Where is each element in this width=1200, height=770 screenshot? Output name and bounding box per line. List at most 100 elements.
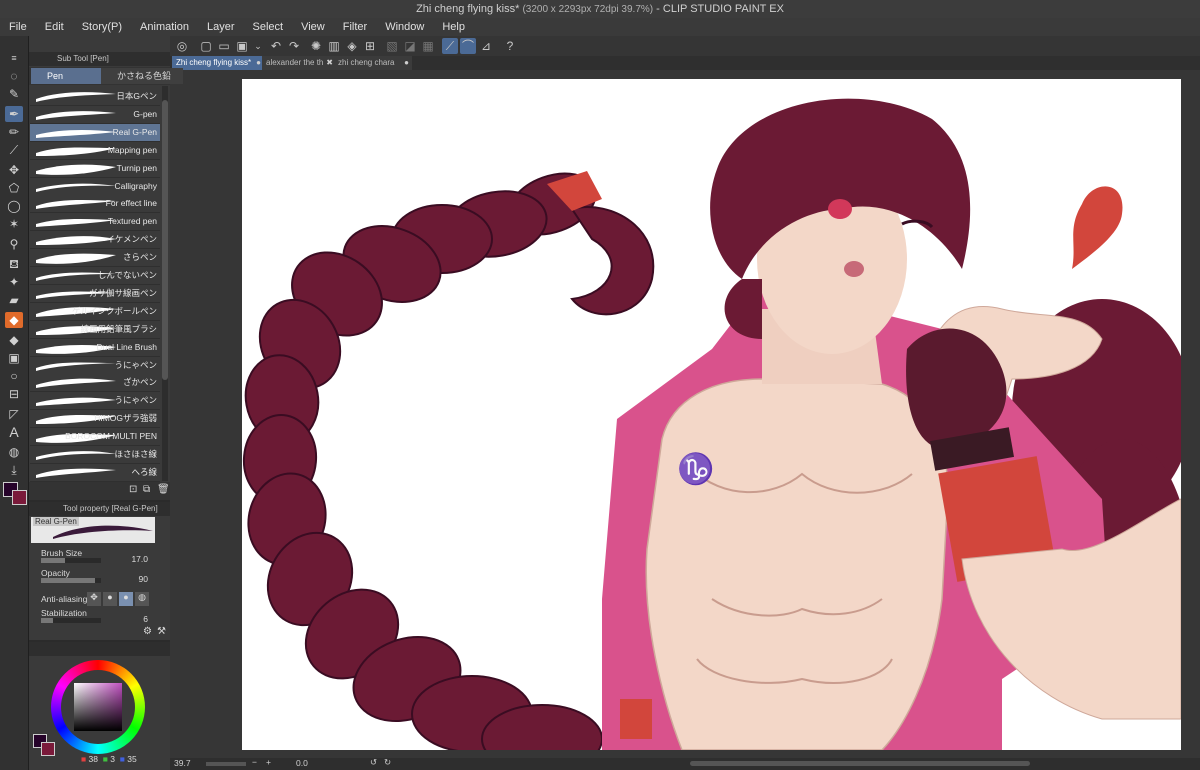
stabilization-slider[interactable]: [41, 618, 101, 623]
brush-item[interactable]: BOROCOM MULTI PEN: [30, 428, 160, 447]
brush-item[interactable]: ほさほさ線: [30, 446, 160, 464]
save-icon[interactable]: ▣: [234, 38, 250, 54]
brush-item[interactable]: うにゃペン: [30, 392, 160, 411]
clip-studio-icon[interactable]: ◎: [174, 38, 190, 54]
anti-aliasing-row[interactable]: Anti-aliasing ✥ ● ● ◍: [29, 590, 170, 610]
deselect-icon[interactable]: ▧: [384, 38, 400, 54]
fill-icon[interactable]: ◈: [344, 38, 360, 54]
menu-story[interactable]: Story(P): [73, 18, 131, 36]
undo-icon[interactable]: ↶: [268, 38, 284, 54]
zoom-slider[interactable]: [206, 762, 246, 766]
zoom-in-icon[interactable]: +: [266, 757, 271, 767]
menu-window[interactable]: Window: [376, 18, 433, 36]
new-file-icon[interactable]: ▢: [198, 38, 214, 54]
brush-item[interactable]: ガサ伽サ線画ペン: [30, 284, 160, 303]
ruler-tool-icon[interactable]: ◸: [5, 406, 23, 422]
menu-view[interactable]: View: [292, 18, 334, 36]
magic-wand-icon[interactable]: ✶: [5, 216, 23, 232]
brush-item[interactable]: HIMOGザラ強弱: [30, 410, 160, 429]
brush-size-value[interactable]: 17.0: [131, 554, 148, 564]
pen-tool-icon[interactable]: ✒: [5, 106, 23, 122]
move-tool-icon[interactable]: ✥: [5, 162, 23, 178]
tab-zhi-cheng-chara[interactable]: zhi cheng chara ●: [334, 56, 412, 70]
frame-tool-icon[interactable]: ⊟: [5, 386, 23, 402]
aa-none-icon[interactable]: ✥: [87, 592, 101, 606]
brush-item[interactable]: For effect line: [30, 195, 160, 214]
fill-tool-icon[interactable]: ◆: [5, 332, 23, 348]
brush-item[interactable]: 線画用鉛筆風ブラシ: [30, 320, 160, 339]
rotation-value[interactable]: 0.0: [296, 758, 308, 768]
menu-filter[interactable]: Filter: [334, 18, 376, 36]
menu-dots-icon[interactable]: ≡: [5, 50, 23, 66]
group-kasaneru[interactable]: かさねる色鉛: [101, 68, 183, 84]
settings-icon[interactable]: ⊡: [129, 484, 137, 495]
artboard[interactable]: ♑: [242, 79, 1181, 750]
brush-item[interactable]: Textured pen: [30, 213, 160, 232]
aa-strong-icon[interactable]: ◍: [135, 592, 149, 606]
rotate-left-icon[interactable]: ↺: [370, 757, 377, 768]
sub-color-swatch[interactable]: [12, 490, 27, 505]
brush-size-slider[interactable]: [41, 558, 101, 563]
brush-item[interactable]: Real G-Pen: [30, 123, 160, 142]
brush-item[interactable]: 日本Gペン: [30, 88, 160, 106]
stabilization-value[interactable]: 6: [143, 614, 148, 624]
hue-ring[interactable]: [51, 660, 145, 754]
redo-icon[interactable]: ↷: [286, 38, 302, 54]
brush-size-row[interactable]: Brush Size 17.0: [29, 548, 170, 568]
invert-icon[interactable]: ◪: [402, 38, 418, 54]
saturation-value-square[interactable]: [74, 683, 122, 731]
brush-item[interactable]: ざかペン: [30, 374, 160, 393]
object-tool-icon[interactable]: ⬠: [5, 180, 23, 196]
snap-special-ruler-icon[interactable]: ⌒: [460, 38, 476, 54]
wrench-icon[interactable]: ⚙: [143, 626, 152, 637]
opacity-slider[interactable]: [41, 578, 101, 583]
brush-tool-icon[interactable]: ⟋: [5, 142, 23, 158]
brush-item[interactable]: うにゃペン: [30, 356, 160, 375]
menu-layer[interactable]: Layer: [198, 18, 244, 36]
rotate-right-icon[interactable]: ↻: [384, 757, 391, 768]
tab-zhi-cheng-flying-kiss[interactable]: Zhi cheng flying kiss* ●: [172, 56, 264, 70]
gradient-tool-icon[interactable]: ▣: [5, 350, 23, 366]
figure-tool-icon[interactable]: ○: [5, 368, 23, 384]
transform-icon[interactable]: ⊞: [362, 38, 378, 54]
modified-dot-icon[interactable]: ●: [404, 56, 409, 70]
text-tool-icon[interactable]: A: [5, 424, 23, 440]
eraser-tool-icon[interactable]: ▰: [5, 292, 23, 308]
opacity-value[interactable]: 90: [139, 574, 148, 584]
brush-item[interactable]: へろ線: [30, 463, 160, 482]
chevron-down-icon[interactable]: ⌄: [250, 38, 266, 54]
close-icon[interactable]: ✖: [326, 56, 333, 70]
menu-file[interactable]: File: [0, 18, 36, 36]
balloon-tool-icon[interactable]: ◍: [5, 444, 23, 460]
aa-medium-icon[interactable]: ●: [119, 592, 133, 606]
aa-weak-icon[interactable]: ●: [103, 592, 117, 606]
blend-tool-icon[interactable]: ◆: [5, 312, 23, 328]
zoom-out-icon[interactable]: −: [252, 757, 257, 767]
loading-icon[interactable]: ✺: [308, 38, 324, 54]
correction-tool-icon[interactable]: ⤓: [5, 462, 23, 478]
brush-item[interactable]: しんでないペン: [30, 267, 160, 285]
lasso-tool-icon[interactable]: ◯: [5, 198, 23, 214]
open-file-icon[interactable]: ▭: [216, 38, 232, 54]
brush-item[interactable]: イケメンペン: [30, 231, 160, 250]
brush-item[interactable]: Dual Line Brush: [30, 338, 160, 357]
paint-bucket-icon[interactable]: ⛾: [5, 256, 23, 272]
clear-icon[interactable]: ▥: [326, 38, 342, 54]
brush-item[interactable]: Turnip pen: [30, 159, 160, 178]
zoom-value[interactable]: 39.7: [174, 758, 191, 768]
sub-color-chip[interactable]: [41, 742, 55, 756]
copy-icon[interactable]: ⧉: [143, 484, 150, 495]
lasso-select-icon[interactable]: ◌: [5, 68, 23, 84]
brush-item[interactable]: ゲルインクボールペン: [30, 302, 160, 321]
subtool-scrollbar[interactable]: [162, 86, 168, 481]
eyedropper-icon[interactable]: ✎: [5, 86, 23, 102]
opacity-row[interactable]: Opacity 90: [29, 568, 170, 588]
brush-item[interactable]: G-pen: [30, 105, 160, 124]
horizontal-scrollbar[interactable]: [690, 761, 1030, 766]
snap-grid-icon[interactable]: ⊿: [478, 38, 494, 54]
brush-item[interactable]: さらペン: [30, 249, 160, 268]
brush-item[interactable]: Calligraphy: [30, 177, 160, 196]
pencil-tool-icon[interactable]: ✏: [5, 124, 23, 140]
stabilization-row[interactable]: Stabilization 6: [29, 608, 170, 628]
snap-ruler-icon[interactable]: ⟋: [442, 38, 458, 54]
